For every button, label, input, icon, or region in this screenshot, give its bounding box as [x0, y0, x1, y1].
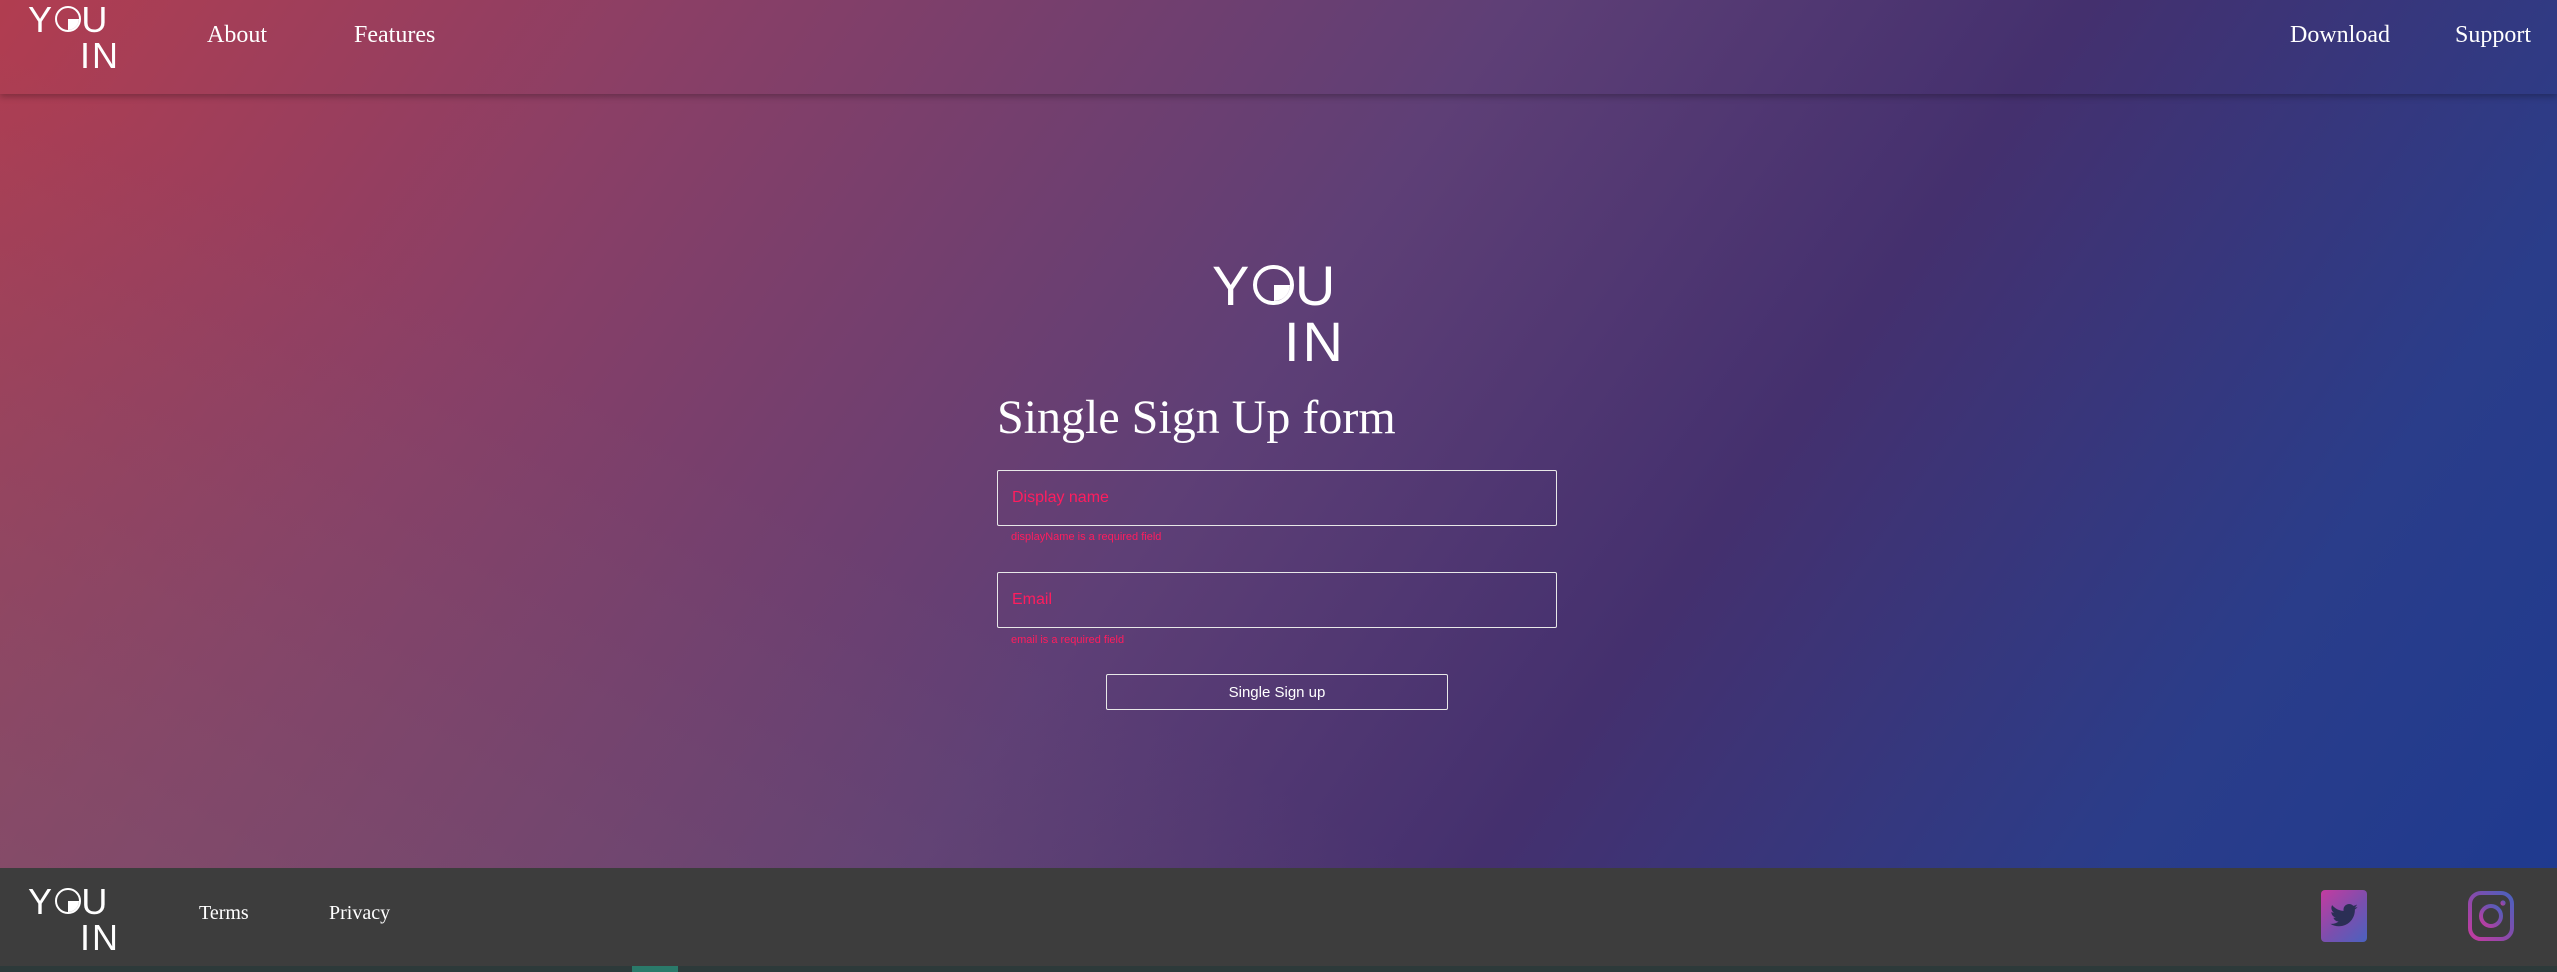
bottom-indicator [632, 966, 678, 972]
logo-eye-icon [54, 6, 81, 32]
display-name-error: displayName is a required field [1011, 531, 1162, 543]
instagram-glyph [2468, 891, 2514, 941]
bottom-strip [0, 966, 2557, 972]
logo-eye-icon [54, 888, 81, 914]
display-name-input[interactable] [997, 470, 1557, 526]
email-input[interactable] [997, 572, 1557, 628]
nav-features-link[interactable]: Features [354, 22, 435, 49]
footer-privacy-link[interactable]: Privacy [329, 902, 390, 925]
email-error: email is a required field [1011, 634, 1125, 646]
top-navbar: YU IN About Features Download Support [0, 0, 2557, 94]
logo-eye-icon [1253, 264, 1294, 305]
single-sign-up-button[interactable]: Single Sign up [1106, 674, 1448, 710]
twitter-bird-glyph [2330, 904, 2358, 927]
form-title: Single Sign Up form [997, 391, 1396, 444]
logo[interactable]: YU IN [28, 2, 120, 74]
instagram-icon[interactable] [2468, 890, 2514, 942]
twitter-icon[interactable] [2321, 890, 2367, 942]
footer-terms-link[interactable]: Terms [199, 902, 249, 925]
footer-logo[interactable]: YU IN [28, 884, 120, 956]
nav-support-link[interactable]: Support [2455, 22, 2531, 49]
nav-about-link[interactable]: About [207, 22, 267, 49]
nav-download-link[interactable]: Download [2290, 22, 2390, 49]
form-logo: YU IN [1212, 254, 1346, 373]
